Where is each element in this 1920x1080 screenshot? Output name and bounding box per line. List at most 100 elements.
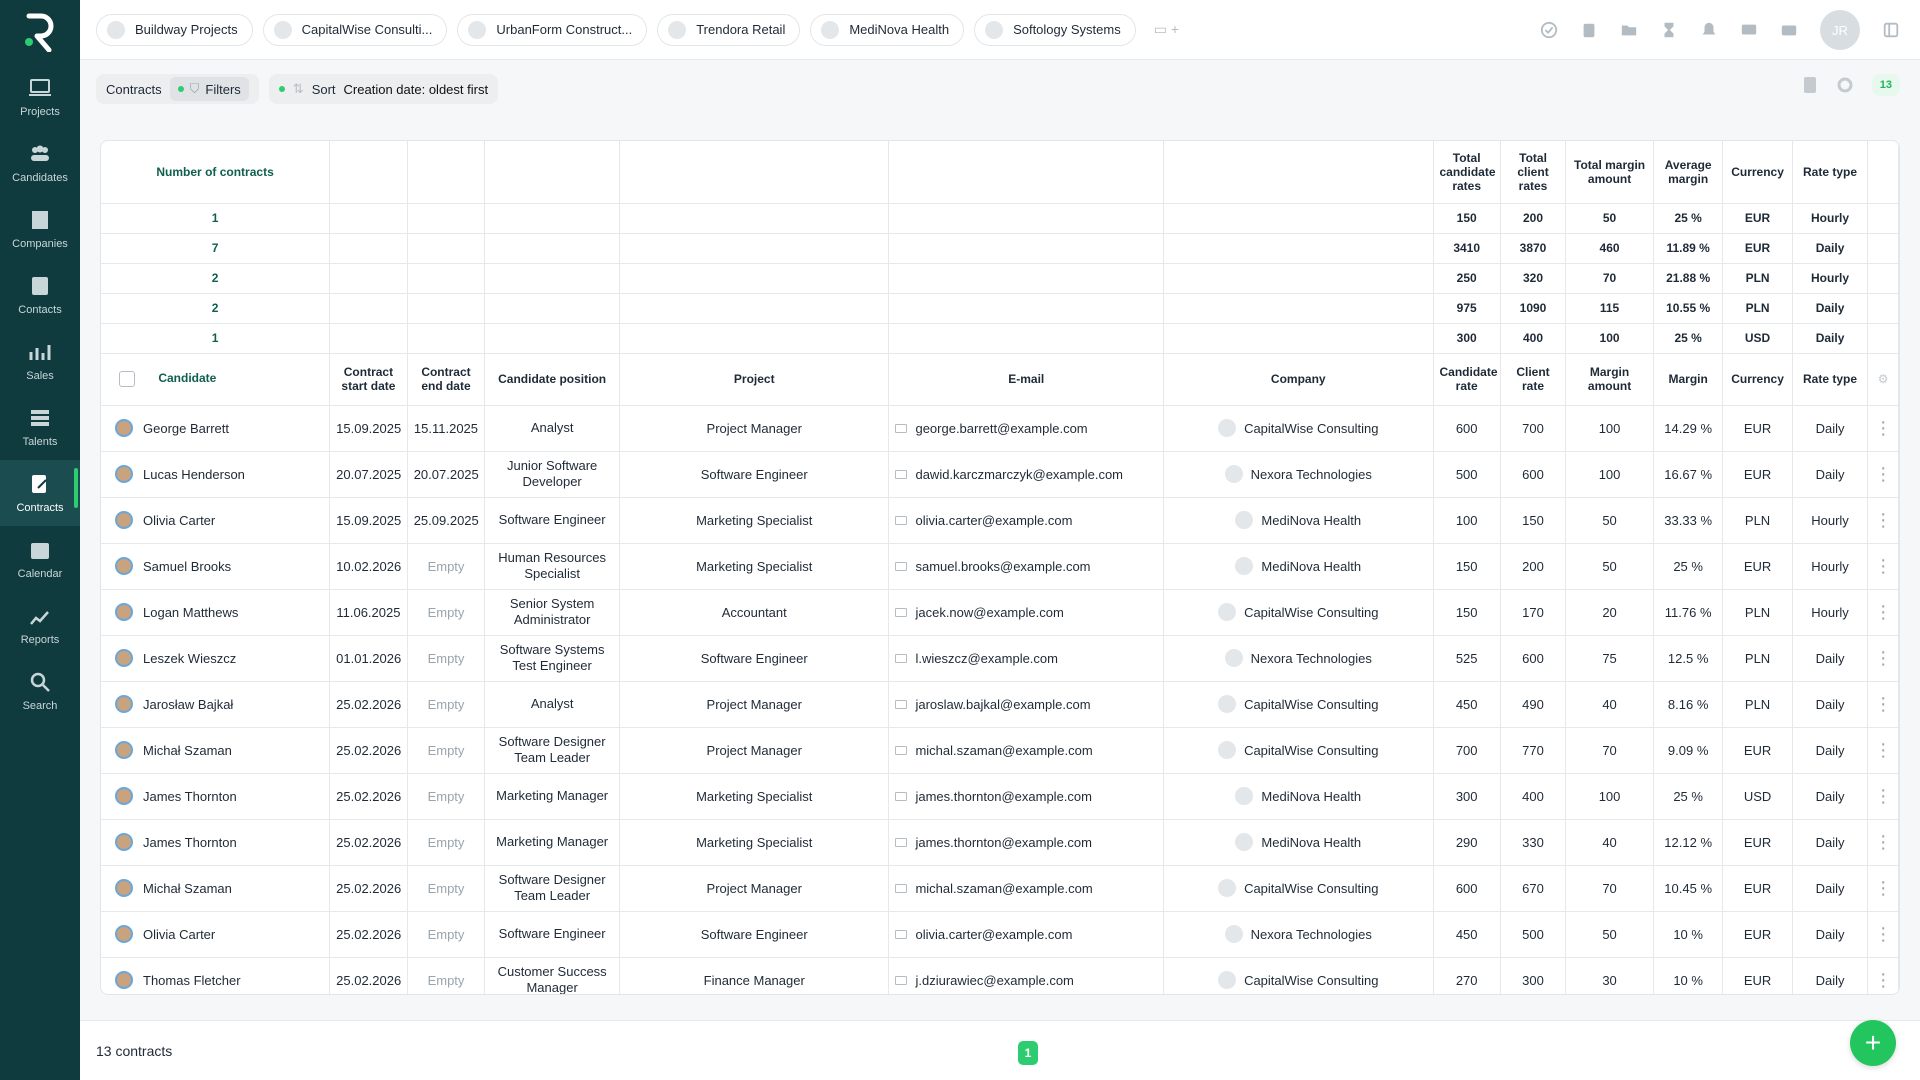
candidate-name[interactable]: Michał Szaman — [143, 881, 232, 896]
table-row[interactable]: Leszek Wieszcz 01.01.2026 Empty Software Sy… — [101, 635, 1899, 682]
row-menu-icon[interactable]: ⋮ — [1874, 970, 1892, 990]
company-name[interactable]: MediNova Health — [1261, 789, 1361, 804]
sidebar-item-reports[interactable]: Reports — [0, 592, 80, 658]
project-name[interactable]: Marketing Specialist — [619, 497, 890, 544]
table-row[interactable]: Jarosław Bajkał 25.02.2026 Empty Analyst Pro… — [101, 681, 1899, 728]
candidate-name[interactable]: Lucas Henderson — [143, 467, 245, 482]
sidebar-item-projects[interactable]: Projects — [0, 64, 80, 130]
company-name[interactable]: Nexora Technologies — [1251, 467, 1372, 482]
side-panel-icon[interactable] — [1882, 21, 1900, 39]
candidate-name[interactable]: Logan Matthews — [143, 605, 238, 620]
project-tab[interactable]: MediNova Health — [810, 13, 965, 46]
project-name[interactable]: Project Manager — [619, 865, 890, 912]
project-name[interactable]: Marketing Specialist — [619, 819, 890, 866]
email-address[interactable]: michal.szaman@example.com — [915, 881, 1092, 896]
wallet-icon[interactable] — [1780, 21, 1798, 39]
company-name[interactable]: MediNova Health — [1261, 513, 1361, 528]
start-date-header[interactable]: Contract start date — [329, 353, 408, 406]
email-header[interactable]: E-mail — [888, 353, 1165, 406]
company-name[interactable]: MediNova Health — [1261, 559, 1361, 574]
project-tab[interactable]: Trendora Retail — [657, 13, 801, 46]
project-name[interactable]: Marketing Specialist — [619, 773, 890, 820]
project-name[interactable]: Finance Manager — [619, 957, 890, 994]
add-tab-button[interactable]: ▭ + — [1154, 21, 1179, 38]
row-menu-icon[interactable]: ⋮ — [1874, 556, 1892, 576]
table-row[interactable]: Olivia Carter 25.02.2026 Empty Software Eng… — [101, 911, 1899, 958]
project-name[interactable]: Project Manager — [619, 405, 890, 452]
column-settings-icon[interactable]: ⚙ — [1878, 372, 1889, 386]
sidebar-item-calendar[interactable]: Calendar — [0, 526, 80, 592]
table-row[interactable]: Lucas Henderson 20.07.2025 20.07.2025 Junio… — [101, 451, 1899, 498]
email-address[interactable]: dawid.karczmarczyk@example.com — [915, 467, 1123, 482]
candidate-rate-header[interactable]: Candidate rate — [1433, 353, 1501, 406]
company-name[interactable]: CapitalWise Consulting — [1244, 421, 1378, 436]
sidebar-item-companies[interactable]: Companies — [0, 196, 80, 262]
project-tab[interactable]: CapitalWise Consulti... — [262, 13, 448, 46]
email-address[interactable]: michal.szaman@example.com — [915, 743, 1092, 758]
filters-button[interactable]: ⛉ Filters — [169, 77, 249, 101]
candidate-name[interactable]: Jarosław Bajkał — [143, 697, 233, 712]
rate-type-header[interactable]: Rate type — [1792, 353, 1869, 406]
row-menu-icon[interactable]: ⋮ — [1874, 694, 1892, 714]
email-address[interactable]: james.thornton@example.com — [915, 789, 1092, 804]
sidebar-item-talents[interactable]: Talents — [0, 394, 80, 460]
hourglass-icon[interactable] — [1660, 21, 1678, 39]
row-menu-icon[interactable]: ⋮ — [1874, 786, 1892, 806]
end-date-header[interactable]: Contract end date — [407, 353, 486, 406]
table-row[interactable]: James Thornton 25.02.2026 Empty Marketing M… — [101, 819, 1899, 866]
candidate-name[interactable]: James Thornton — [143, 835, 237, 850]
project-name[interactable]: Project Manager — [619, 681, 890, 728]
row-menu-icon[interactable]: ⋮ — [1874, 924, 1892, 944]
position-header[interactable]: Candidate position — [484, 353, 620, 406]
sort-group[interactable]: ⇅ Sort Creation date: oldest first — [268, 74, 499, 104]
project-name[interactable]: Software Engineer — [619, 911, 890, 958]
company-name[interactable]: CapitalWise Consulting — [1244, 605, 1378, 620]
table-row[interactable]: Thomas Fletcher 25.02.2026 Empty Customer S… — [101, 957, 1899, 994]
company-name[interactable]: MediNova Health — [1261, 835, 1361, 850]
row-menu-icon[interactable]: ⋮ — [1874, 648, 1892, 668]
company-name[interactable]: CapitalWise Consulting — [1244, 881, 1378, 896]
email-address[interactable]: james.thornton@example.com — [915, 835, 1092, 850]
company-name[interactable]: Nexora Technologies — [1251, 927, 1372, 942]
candidate-name[interactable]: Thomas Fletcher — [143, 973, 241, 988]
candidate-name[interactable]: James Thornton — [143, 789, 237, 804]
client-rate-header[interactable]: Client rate — [1500, 353, 1567, 406]
currency-header[interactable]: Currency — [1722, 353, 1793, 406]
candidate-name[interactable]: Olivia Carter — [143, 927, 215, 942]
table-row[interactable]: Samuel Brooks 10.02.2026 Empty Human Resour… — [101, 543, 1899, 590]
table-row[interactable]: Olivia Carter 15.09.2025 25.09.2025 Softwar… — [101, 497, 1899, 544]
email-address[interactable]: george.barrett@example.com — [915, 421, 1087, 436]
candidate-header[interactable]: Candidate — [158, 371, 216, 385]
project-name[interactable]: Software Engineer — [619, 635, 890, 682]
app-logo[interactable] — [0, 0, 80, 64]
candidate-name[interactable]: Olivia Carter — [143, 513, 215, 528]
row-menu-icon[interactable]: ⋮ — [1874, 878, 1892, 898]
margin-header[interactable]: Margin — [1653, 353, 1724, 406]
add-contract-button[interactable]: + — [1850, 1020, 1896, 1066]
export-icon[interactable] — [1802, 76, 1818, 94]
row-menu-icon[interactable]: ⋮ — [1874, 510, 1892, 530]
sidebar-item-sales[interactable]: Sales — [0, 328, 80, 394]
project-name[interactable]: Accountant — [619, 589, 890, 636]
row-menu-icon[interactable]: ⋮ — [1874, 464, 1892, 484]
bell-icon[interactable] — [1700, 21, 1718, 39]
company-name[interactable]: CapitalWise Consulting — [1244, 743, 1378, 758]
sidebar-item-contracts[interactable]: Contracts — [0, 460, 80, 526]
row-menu-icon[interactable]: ⋮ — [1874, 832, 1892, 852]
email-address[interactable]: l.wieszcz@example.com — [915, 651, 1058, 666]
sidebar-item-search[interactable]: Search — [0, 658, 80, 724]
row-menu-icon[interactable]: ⋮ — [1874, 602, 1892, 622]
table-row[interactable]: James Thornton 25.02.2026 Empty Marketing M… — [101, 773, 1899, 820]
project-tab[interactable]: UrbanForm Construct... — [457, 13, 648, 46]
email-address[interactable]: jacek.now@example.com — [915, 605, 1063, 620]
project-tab[interactable]: Softology Systems — [974, 13, 1136, 46]
company-name[interactable]: CapitalWise Consulting — [1244, 697, 1378, 712]
email-address[interactable]: samuel.brooks@example.com — [915, 559, 1090, 574]
clipboard-icon[interactable] — [1580, 21, 1598, 39]
margin-amount-header[interactable]: Margin amount — [1565, 353, 1654, 406]
gear-icon[interactable] — [1836, 76, 1854, 94]
folder-icon[interactable] — [1620, 21, 1638, 39]
candidate-name[interactable]: Leszek Wieszcz — [143, 651, 236, 666]
project-name[interactable]: Software Engineer — [619, 451, 890, 498]
select-all-checkbox[interactable] — [119, 371, 135, 387]
